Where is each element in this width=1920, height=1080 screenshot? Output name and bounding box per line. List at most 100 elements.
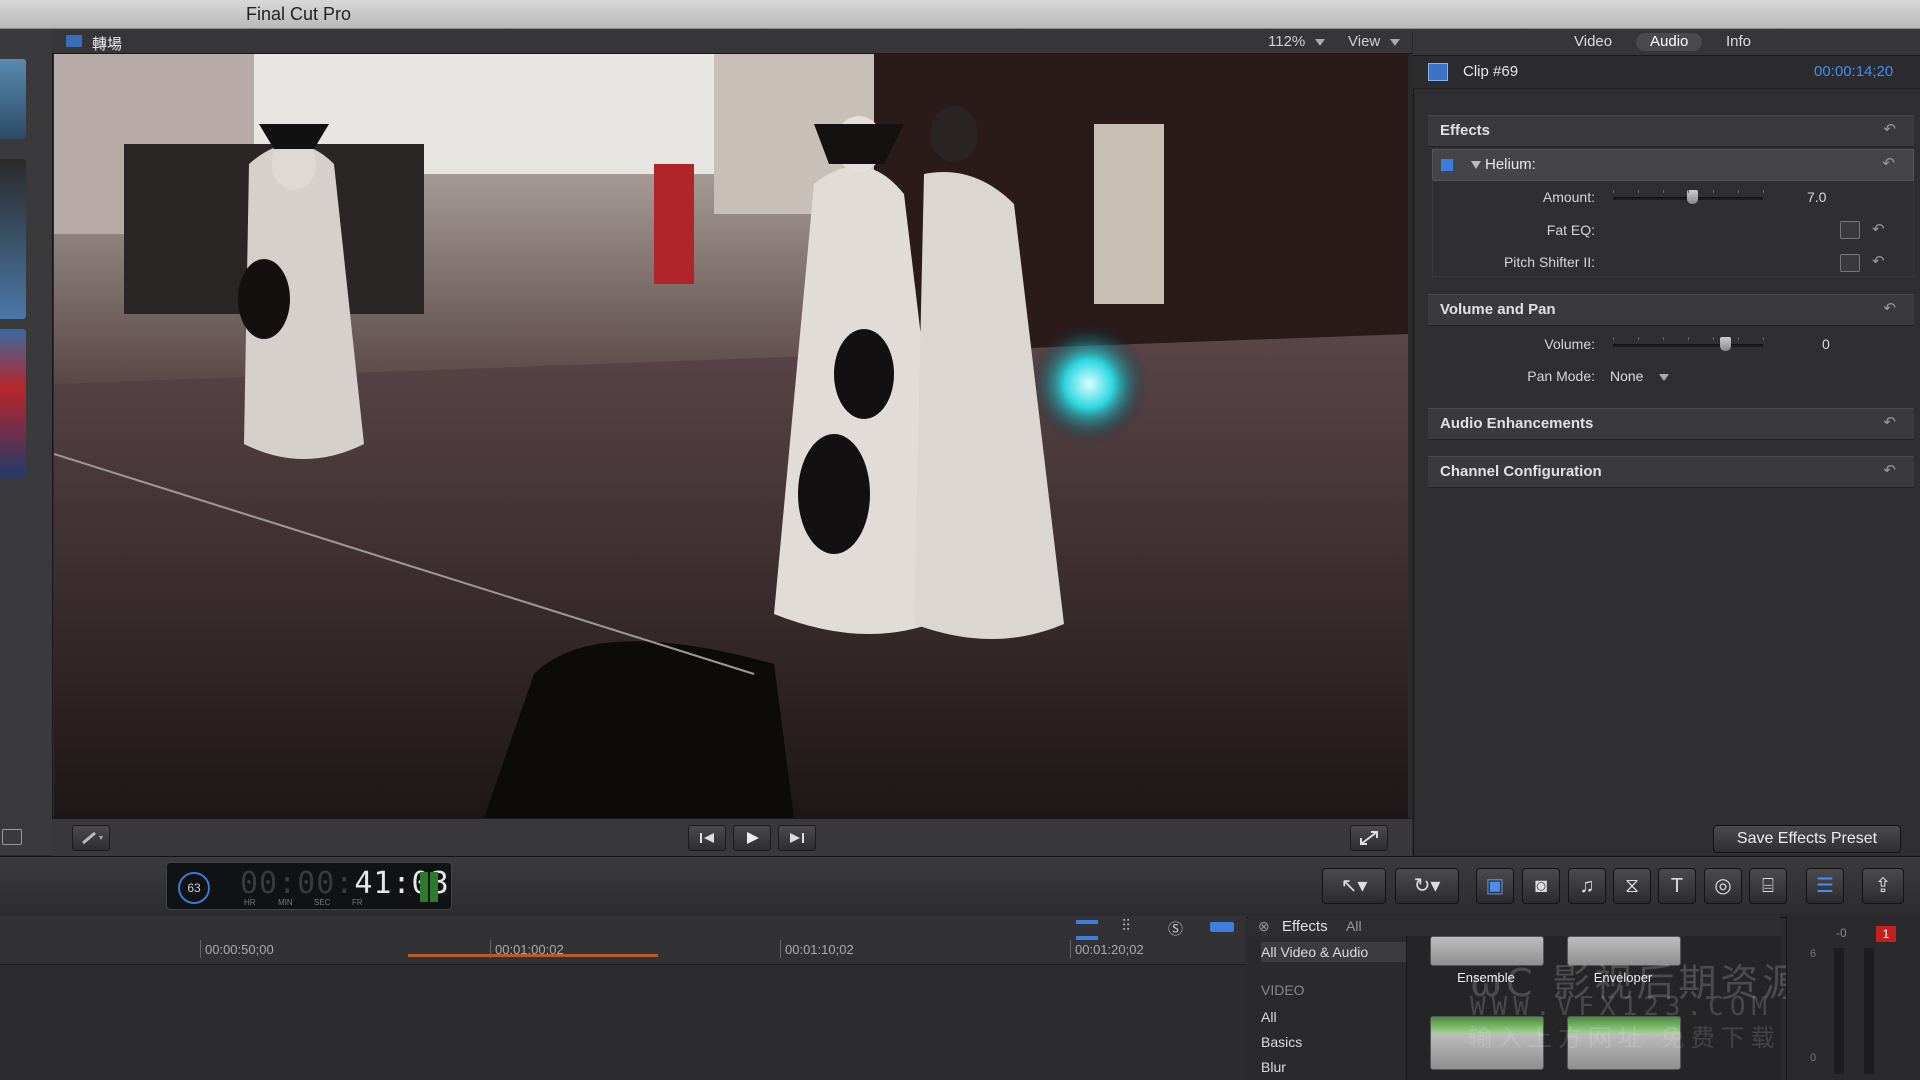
effects-browser-header bbox=[1248, 916, 1780, 936]
clip-appearance-icon[interactable] bbox=[1076, 920, 1098, 940]
channel-configuration-label: Channel Configuration bbox=[1440, 463, 1602, 480]
reset-icon[interactable]: ↶ bbox=[1883, 299, 1896, 317]
save-effects-preset-button[interactable]: Save Effects Preset bbox=[1713, 825, 1901, 853]
tab-audio[interactable]: Audio bbox=[1636, 33, 1703, 51]
pan-mode-value: None bbox=[1610, 368, 1644, 384]
titles-icon: T bbox=[1670, 875, 1684, 897]
zoom-level-menu[interactable]: 112% bbox=[1268, 33, 1326, 50]
effects-category-item[interactable]: Blur bbox=[1261, 1059, 1286, 1075]
inspector-icon: ☰ bbox=[1816, 875, 1834, 897]
retime-button[interactable]: ↻▾ bbox=[1395, 868, 1459, 904]
fat-eq-editor-button[interactable] bbox=[1840, 221, 1860, 239]
titles-browser-button[interactable]: T bbox=[1658, 868, 1696, 904]
reset-icon[interactable]: ↶ bbox=[1872, 220, 1885, 238]
slider-tick bbox=[1688, 190, 1689, 193]
snapping-icon[interactable] bbox=[1210, 922, 1234, 932]
effects-filter-menu[interactable]: All bbox=[1346, 918, 1362, 934]
previous-frame-button[interactable] bbox=[688, 825, 726, 851]
slider-tick bbox=[1663, 337, 1664, 340]
helium-plugin-header[interactable]: Helium: ↶ bbox=[1432, 149, 1914, 181]
retime-icon: ↻▾ bbox=[1413, 875, 1441, 897]
effects-category-all-video-audio[interactable]: All Video & Audio bbox=[1261, 942, 1406, 962]
slider-tick bbox=[1738, 337, 1739, 340]
effects-section-header[interactable]: Effects ↶ bbox=[1428, 115, 1914, 147]
audio-enhancements-section-header[interactable]: Audio Enhancements ↶ bbox=[1428, 408, 1914, 440]
meter-channel-right bbox=[1864, 948, 1874, 1074]
themes-browser-button[interactable]: ⌸ bbox=[1749, 868, 1787, 904]
slider-tick bbox=[1713, 337, 1714, 340]
chevron-down-icon bbox=[1390, 38, 1401, 46]
reset-icon[interactable]: ↶ bbox=[1883, 413, 1896, 431]
browser-thumbnail[interactable] bbox=[0, 59, 26, 139]
photo-browser-button[interactable]: ◙ bbox=[1522, 868, 1560, 904]
volume-pan-section-header[interactable]: Volume and Pan ↶ bbox=[1428, 294, 1914, 326]
slider-tick bbox=[1638, 337, 1639, 340]
volume-slider-knob[interactable] bbox=[1720, 337, 1731, 351]
volume-value[interactable]: 0 bbox=[1822, 336, 1830, 352]
slider-tick bbox=[1613, 190, 1614, 193]
disclosure-triangle-icon[interactable] bbox=[1471, 161, 1481, 169]
transitions-icon: ⧖ bbox=[1624, 875, 1640, 897]
viewer-clip-name: 轉場 bbox=[92, 36, 123, 53]
ruler-tick bbox=[200, 940, 201, 958]
timecode-unit-hr: HR bbox=[244, 898, 256, 907]
generators-browser-button[interactable]: ◎ bbox=[1704, 868, 1742, 904]
select-tool-button[interactable]: ↖▾ bbox=[1322, 868, 1386, 904]
enhance-menu-button[interactable] bbox=[72, 825, 110, 851]
share-button[interactable]: ⇪ bbox=[1862, 868, 1904, 904]
play-button[interactable] bbox=[733, 825, 771, 851]
media-browser-button[interactable]: ▣ bbox=[1476, 868, 1514, 904]
volume-slider-track[interactable] bbox=[1613, 344, 1763, 347]
reset-icon[interactable]: ↶ bbox=[1882, 154, 1895, 172]
timeline-ruler[interactable] bbox=[0, 916, 1246, 965]
tab-info[interactable]: Info bbox=[1712, 33, 1765, 51]
audio-enhancements-label: Audio Enhancements bbox=[1440, 415, 1594, 432]
slider-tick bbox=[1763, 190, 1764, 193]
volume-pan-section-label: Volume and Pan bbox=[1440, 301, 1556, 318]
browser-thumbnail[interactable] bbox=[0, 159, 26, 319]
filmstrip-toggle-icon[interactable] bbox=[2, 829, 22, 845]
view-menu[interactable]: View bbox=[1348, 33, 1401, 50]
background-task-progress[interactable]: 63 bbox=[178, 872, 210, 904]
clapper-icon bbox=[66, 35, 82, 47]
plugin-enable-checkbox[interactable] bbox=[1441, 159, 1453, 171]
browser-thumbnail[interactable] bbox=[0, 329, 26, 477]
effects-category-item[interactable]: Basics bbox=[1261, 1034, 1302, 1050]
pan-mode-popup[interactable]: None bbox=[1610, 368, 1670, 384]
transitions-browser-button[interactable]: ⧖ bbox=[1613, 868, 1651, 904]
themes-icon: ⌸ bbox=[1762, 875, 1774, 897]
meter-scale-label: 0 bbox=[1810, 1052, 1817, 1064]
reset-icon[interactable]: ↶ bbox=[1883, 461, 1896, 479]
ruler-tick bbox=[780, 940, 781, 958]
viewer-video-frame[interactable] bbox=[54, 54, 1408, 818]
meter-peak-indicator: 1 bbox=[1876, 926, 1896, 942]
audio-skimming-icon[interactable]: ⫶⫶ bbox=[1122, 918, 1130, 936]
fullscreen-button[interactable] bbox=[1350, 825, 1388, 851]
skip-forward-icon bbox=[790, 833, 804, 843]
viewer-header bbox=[52, 29, 1412, 54]
audio-meters[interactable] bbox=[1786, 916, 1920, 1080]
pitch-shifter-editor-button[interactable] bbox=[1840, 254, 1860, 272]
ruler-tick bbox=[1070, 940, 1071, 958]
music-browser-button[interactable]: ♫ bbox=[1568, 868, 1606, 904]
clip-title: Clip #69 bbox=[1463, 63, 1519, 80]
inspector-toggle-button[interactable]: ☰ bbox=[1806, 868, 1844, 904]
zoom-value: 112% bbox=[1268, 33, 1306, 50]
amount-value[interactable]: 7.0 bbox=[1807, 189, 1826, 205]
pitch-shifter-label: Pitch Shifter II: bbox=[1503, 254, 1595, 270]
tab-video[interactable]: Video bbox=[1560, 33, 1626, 51]
left-browser-strip[interactable] bbox=[0, 29, 53, 855]
effects-category-item[interactable]: All bbox=[1261, 1009, 1277, 1025]
ruler-label: 00:01:20;02 bbox=[1075, 942, 1144, 957]
timeline-range-selection[interactable] bbox=[408, 954, 658, 957]
reset-icon[interactable]: ↶ bbox=[1872, 252, 1885, 270]
reset-icon[interactable]: ↶ bbox=[1883, 120, 1896, 138]
arrow-tool-icon: ↖▾ bbox=[1340, 875, 1368, 897]
channel-configuration-section-header[interactable]: Channel Configuration ↶ bbox=[1428, 456, 1914, 488]
wand-icon bbox=[82, 831, 103, 845]
close-icon[interactable]: ⊗ bbox=[1258, 918, 1270, 935]
timecode-unit-min: MIN bbox=[278, 898, 293, 907]
camera-icon: ◙ bbox=[1534, 875, 1548, 897]
solo-icon[interactable]: Ⓢ bbox=[1168, 918, 1183, 939]
next-frame-button[interactable] bbox=[778, 825, 816, 851]
